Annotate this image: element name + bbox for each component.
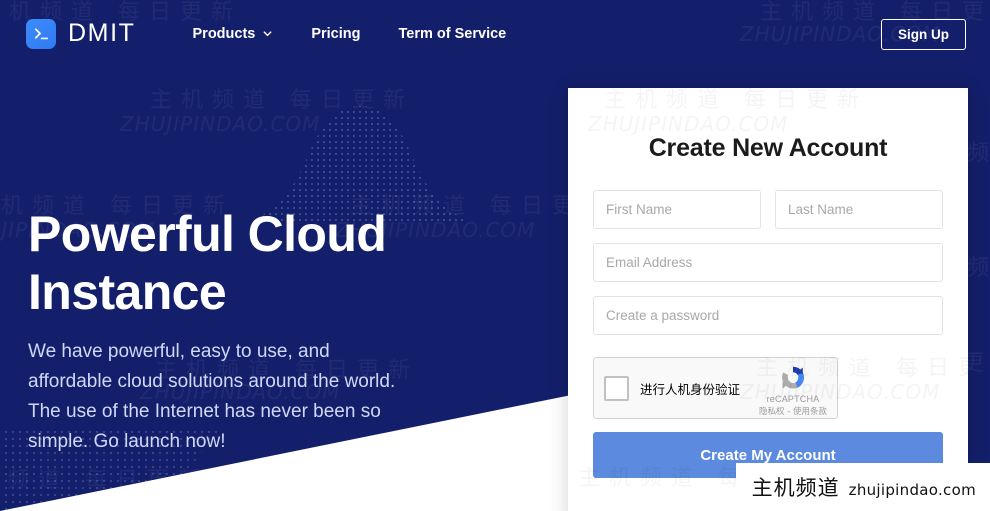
last-name-input[interactable] — [775, 190, 943, 229]
site-watermark-cn: 主机频道 — [751, 476, 840, 500]
nav-item-pricing[interactable]: Pricing — [311, 26, 360, 42]
recaptcha-branding: reCAPTCHA 隐私权 - 使用条款 — [757, 363, 829, 417]
site-watermark-domain: zhujipindao.com — [848, 481, 976, 499]
hero-section: Powerful Cloud Instance We have powerful… — [28, 205, 508, 457]
signup-card: 主机频道 每日更新 ZHUJIPINDAO.COM 主机频道 每日更新 ZHUJ… — [568, 88, 968, 511]
brand-logo[interactable]: DMIT — [26, 18, 136, 49]
hero-paragraph: We have powerful, easy to use, and affor… — [28, 341, 396, 452]
top-navbar: DMIT Products Pricing Term of Service Si… — [0, 0, 990, 67]
recaptcha-terms-text[interactable]: 隐私权 - 使用条款 — [757, 405, 829, 417]
page-root: 主机频道 每日更新 主机频道 每日更新 ZHUJIPINDAO.COM 主机频道… — [0, 0, 990, 511]
first-name-input[interactable] — [593, 190, 761, 229]
brand-name: DMIT — [68, 19, 136, 47]
nav-item-term-of-service-label: Term of Service — [398, 25, 507, 42]
watermark-cn: 主机频道 每日更新 — [604, 88, 868, 114]
recaptcha-checkbox[interactable] — [604, 375, 629, 401]
hero-title: Powerful Cloud Instance — [28, 205, 508, 321]
password-input[interactable] — [593, 296, 943, 335]
recaptcha-brand-text: reCAPTCHA — [766, 394, 820, 404]
nav-links: Products Pricing Term of Service — [193, 26, 507, 42]
recaptcha-widget[interactable]: 进行人机身份验证 reCAPTCHA 隐私权 - 使用条款 — [593, 357, 838, 419]
email-input[interactable] — [593, 243, 943, 282]
recaptcha-icon — [782, 366, 805, 389]
recaptcha-label: 进行人机身份验证 — [640, 381, 741, 397]
signup-form: 进行人机身份验证 reCAPTCHA 隐私权 - 使用条款 Create My … — [568, 190, 968, 478]
signup-button[interactable]: Sign Up — [881, 19, 966, 50]
nav-item-products-label: Products — [192, 25, 256, 42]
site-watermark-badge: 主机频道 zhujipindao.com — [735, 463, 990, 511]
terminal-prompt-icon — [26, 18, 56, 49]
chevron-down-icon — [262, 28, 273, 39]
nav-item-pricing-label: Pricing — [311, 25, 361, 42]
card-title: Create New Account — [648, 134, 888, 162]
nav-item-products[interactable]: Products — [193, 26, 274, 42]
watermark-en: ZHUJIPINDAO.COM — [588, 112, 788, 136]
hero-title-line1: Powerful Cloud — [28, 206, 387, 262]
nav-item-term-of-service[interactable]: Term of Service — [399, 26, 507, 42]
name-row — [593, 190, 943, 229]
hero-title-line2: Instance — [28, 264, 227, 320]
